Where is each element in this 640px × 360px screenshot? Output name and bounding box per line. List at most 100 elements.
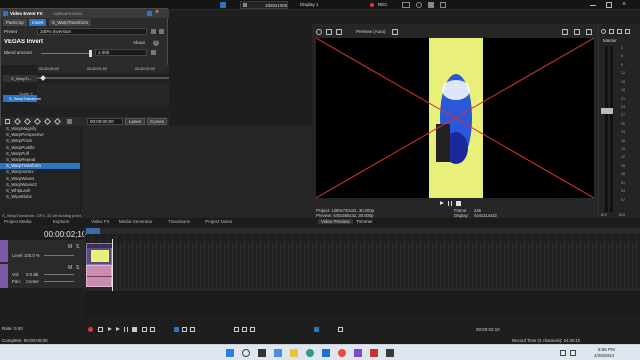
delete-keyframe-icon[interactable] [67, 119, 72, 124]
terminal-icon[interactable] [386, 349, 394, 357]
chrome-icon[interactable] [338, 349, 346, 357]
pan-slider[interactable] [44, 281, 74, 282]
envelope-tool-icon[interactable] [182, 327, 187, 332]
recorder-icon[interactable] [370, 349, 378, 357]
empty-track-area[interactable] [84, 291, 640, 317]
selection-tool-icon[interactable] [190, 327, 195, 332]
play-timeline-icon[interactable] [116, 327, 120, 331]
help-icon[interactable]: ? [153, 40, 159, 46]
solo-audio-button[interactable]: S [76, 265, 79, 271]
tab-explorer[interactable]: Explorer [49, 218, 74, 225]
stop-timeline-icon[interactable] [132, 327, 137, 332]
master-fader-thumb[interactable] [601, 108, 613, 114]
last-keyframe-icon[interactable] [53, 117, 62, 126]
tab-transitions[interactable]: Transitions [164, 218, 194, 225]
track-lanes[interactable] [84, 243, 640, 291]
play-from-start-icon[interactable] [108, 327, 112, 331]
first-keyframe-icon[interactable] [13, 117, 22, 126]
tab-video-preview[interactable]: Video Preview [318, 219, 353, 224]
lanes-button[interactable]: Lanes [125, 118, 145, 125]
prev-keyframe-icon[interactable] [23, 117, 32, 126]
playhead[interactable] [112, 239, 113, 295]
about-link[interactable]: About [133, 40, 145, 45]
overlays-icon[interactable] [392, 29, 398, 35]
tab-project-notes[interactable]: Project Notes [201, 218, 236, 225]
maximize-icon[interactable] [606, 2, 612, 8]
dialog-titlebar[interactable]: Video Event FX VidPlusFXGDH1 × [1, 9, 169, 18]
go-to-end-icon[interactable] [150, 327, 155, 332]
windows-start-icon[interactable] [226, 349, 234, 357]
pause-icon[interactable] [416, 2, 422, 8]
tab-media-generator[interactable]: Media Generator [115, 218, 157, 225]
task-view-icon[interactable] [258, 349, 266, 357]
snapping-icon[interactable] [314, 327, 319, 332]
draw-icon[interactable] [428, 2, 434, 8]
master-mute-icon[interactable] [617, 29, 622, 34]
wifi-icon[interactable] [560, 350, 566, 356]
tab-invert[interactable]: Invert [29, 19, 47, 26]
master-settings-icon[interactable] [601, 29, 606, 34]
fx-button-icon[interactable] [326, 29, 332, 35]
settings-icon[interactable] [440, 2, 446, 8]
keyframe-track-a[interactable]: S_WarpTr... [3, 75, 37, 82]
file-explorer-icon[interactable] [290, 349, 298, 357]
vol-slider[interactable] [44, 274, 74, 275]
resolution-dropdown[interactable]: 1920x1080 [240, 1, 288, 9]
volume-icon[interactable] [570, 350, 576, 356]
solo-video-button[interactable]: S [76, 244, 79, 250]
fx-list-item[interactable]: S_WipeBlobs [0, 194, 80, 200]
go-to-start-icon[interactable] [142, 327, 147, 332]
edge-icon[interactable] [306, 349, 314, 357]
tab-video-fx[interactable]: Video FX [87, 218, 113, 225]
blend-slider-thumb[interactable] [89, 50, 92, 57]
preview-menu-icon[interactable] [586, 29, 592, 35]
marker-icon[interactable] [250, 327, 255, 332]
master-solo-icon[interactable] [625, 29, 630, 34]
blend-slider-track[interactable] [41, 53, 91, 54]
trim-icon[interactable] [242, 327, 247, 332]
video-clip[interactable] [86, 243, 113, 265]
pause-timeline-icon[interactable] [124, 327, 128, 332]
tab-pancrop[interactable]: PanCrop [3, 19, 27, 26]
pin-icon[interactable] [147, 11, 152, 16]
master-fx-icon[interactable] [609, 29, 614, 34]
preset-dropdown[interactable]: 100% Inversion [37, 28, 147, 35]
mute-audio-button[interactable]: M [68, 265, 72, 271]
curve-area[interactable] [37, 83, 169, 105]
copy-snapshot-icon[interactable] [562, 29, 568, 35]
minimize-icon[interactable] [590, 5, 596, 6]
rec-button[interactable]: REC [378, 2, 388, 7]
level-slider[interactable] [44, 255, 74, 256]
keyframe-timecode[interactable]: 00:00:00;00 [87, 118, 123, 125]
delete-preset-icon[interactable] [159, 29, 164, 34]
close-icon[interactable]: × [622, 1, 626, 9]
auto-ripple-icon[interactable] [338, 327, 343, 332]
blend-value-field[interactable]: 1.000 [95, 49, 147, 56]
sync-cursor-icon[interactable] [5, 119, 10, 124]
project-settings-icon[interactable] [316, 29, 322, 35]
close-dialog-icon[interactable]: × [155, 9, 159, 17]
loop-region[interactable] [86, 228, 100, 234]
split-icon[interactable] [234, 327, 239, 332]
clock-time[interactable]: 8:55 PM [598, 347, 615, 352]
tab-project-media[interactable]: Project Media [0, 218, 36, 225]
timeline-ruler[interactable] [84, 228, 640, 234]
split-screen-icon[interactable] [336, 29, 342, 35]
audio-clip[interactable] [86, 265, 113, 287]
preview-quality-dropdown[interactable]: Preview (Auto) [356, 29, 386, 34]
play-icon[interactable] [440, 201, 444, 205]
stop-icon[interactable] [456, 201, 461, 206]
search-icon[interactable] [242, 349, 250, 357]
tab-warp-transform[interactable]: S_WarpTransform [48, 19, 92, 26]
record-button-icon[interactable] [88, 327, 93, 332]
mute-video-button[interactable]: M [68, 244, 72, 250]
vegas-icon[interactable] [354, 349, 362, 357]
keyframe-track-selected[interactable]: S_WarpTransform [3, 95, 41, 102]
save-snapshot-icon[interactable] [574, 29, 580, 35]
widgets-icon[interactable] [274, 349, 282, 357]
keyframe-icon[interactable] [151, 50, 156, 55]
clock-date[interactable]: 4/28/2024 [594, 353, 614, 358]
next-keyframe-icon[interactable] [43, 117, 52, 126]
save-preset-icon[interactable] [151, 29, 156, 34]
normal-edit-tool-icon[interactable] [174, 327, 179, 332]
